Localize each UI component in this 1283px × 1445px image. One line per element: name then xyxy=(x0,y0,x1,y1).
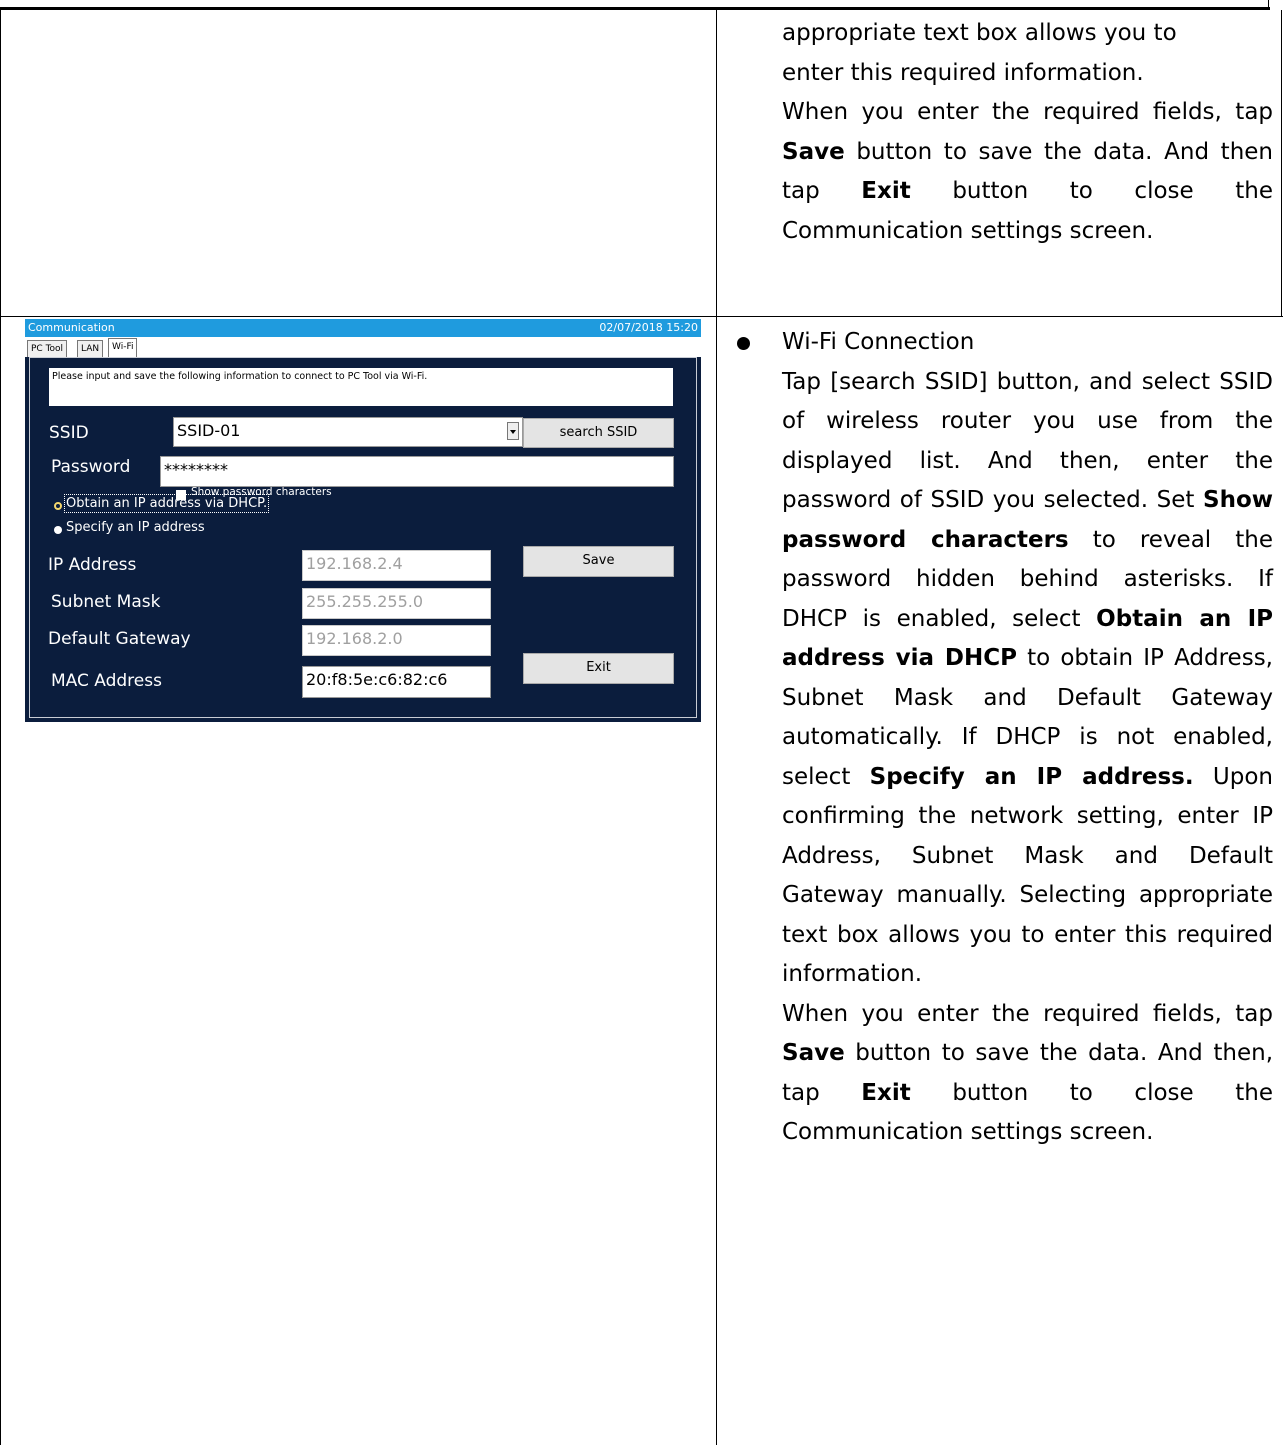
ssid-select[interactable]: SSID-01 xyxy=(173,417,523,447)
top-cell-text: appropriate text box allows you to enter… xyxy=(782,14,1273,251)
radio-specify-label[interactable]: Specify an IP address xyxy=(66,520,205,535)
top-line-2: enter this required information. xyxy=(782,59,1144,86)
save-button[interactable]: Save xyxy=(523,546,674,577)
subnet-mask-field[interactable]: 255.255.255.0 xyxy=(302,588,491,619)
subnet-mask-label: Subnet Mask xyxy=(51,592,161,612)
screen-datetime: 02/07/2018 15:20 xyxy=(599,321,698,334)
page-top-tick xyxy=(1268,0,1269,8)
radio-dhcp-label[interactable]: Obtain an IP address via DHCP. xyxy=(63,494,270,513)
communication-screenshot: Communication 02/07/2018 15:20 PC Tool L… xyxy=(25,319,701,722)
password-label: Password xyxy=(51,457,131,477)
password-field[interactable]: ******** xyxy=(160,456,674,487)
mac-address-label: MAC Address xyxy=(51,671,162,691)
tab-lan[interactable]: LAN xyxy=(77,340,104,357)
wifi-text-1: Tap [search SSID] button, and select SSI… xyxy=(782,368,1273,514)
tab-pc-tool[interactable]: PC Tool xyxy=(27,340,68,357)
tab-strip: PC Tool LAN Wi-Fi xyxy=(25,337,701,358)
radio-dhcp[interactable] xyxy=(54,502,62,510)
wifi-paragraph-2: When you enter the required fields, tap … xyxy=(782,995,1273,1153)
mac-address-field: 20:f8:5e:c6:82:c6 xyxy=(302,666,491,698)
table-row-divider xyxy=(0,316,1283,317)
default-gateway-field[interactable]: 192.168.2.0 xyxy=(302,625,491,656)
wifi-p2-save: Save xyxy=(782,1040,845,1066)
radio-specify[interactable] xyxy=(54,526,62,534)
table-left-border xyxy=(0,10,1,1445)
wifi-bold-specify: Specify an IP address. xyxy=(869,763,1194,790)
top-p2-text-6: Communication settings screen. xyxy=(782,217,1154,244)
top-p2-text-2: tap xyxy=(1235,99,1274,125)
wifi-p2-exit: Exit xyxy=(861,1079,911,1106)
table-column-divider xyxy=(716,10,717,1445)
wifi-text-4: Upon confirming the network setting, ent… xyxy=(782,763,1273,988)
default-gateway-value: 192.168.2.0 xyxy=(306,629,403,648)
bullet-icon xyxy=(737,337,750,350)
top-paragraph-2: When you enter the required fields, tap … xyxy=(782,93,1273,251)
screen-title-bar: Communication 02/07/2018 15:20 xyxy=(25,319,701,337)
top-p2-text-5: button to close the xyxy=(910,178,1273,204)
ip-address-value: 192.168.2.4 xyxy=(306,554,403,573)
top-line-1: appropriate text box allows you to xyxy=(782,20,1177,46)
wifi-p2-text-1: When you enter the required fields, tap xyxy=(782,1000,1273,1027)
search-ssid-button[interactable]: search SSID xyxy=(523,418,674,448)
top-p2-save: Save xyxy=(782,138,845,165)
chevron-down-icon[interactable] xyxy=(507,422,519,440)
top-p2-text-1: When you enter the required fields, xyxy=(782,99,1222,125)
top-p2-exit: Exit xyxy=(861,178,911,204)
tab-wifi[interactable]: Wi-Fi xyxy=(108,338,138,358)
ip-address-label: IP Address xyxy=(48,555,137,575)
wifi-panel: Please input and save the following info… xyxy=(29,357,697,718)
ip-address-field[interactable]: 192.168.2.4 xyxy=(302,550,491,581)
instruction-message: Please input and save the following info… xyxy=(49,368,673,406)
wifi-heading: Wi-Fi Connection xyxy=(782,329,975,355)
exit-button[interactable]: Exit xyxy=(523,653,674,684)
subnet-mask-value: 255.255.255.0 xyxy=(306,592,424,611)
default-gateway-label: Default Gateway xyxy=(48,629,191,649)
wifi-paragraph-1: Tap [search SSID] button, and select SSI… xyxy=(782,363,1273,995)
wifi-description: Wi-Fi Connection Tap [search SSID] butto… xyxy=(782,323,1273,1153)
top-p2-text-3: button to save the data. xyxy=(844,138,1153,165)
ssid-label: SSID xyxy=(49,423,89,443)
table-right-border xyxy=(1281,10,1282,316)
mac-address-value: 20:f8:5e:c6:82:c6 xyxy=(306,670,448,689)
screen-title: Communication xyxy=(28,321,115,334)
ssid-value: SSID-01 xyxy=(177,421,241,440)
password-value: ******** xyxy=(164,460,228,479)
